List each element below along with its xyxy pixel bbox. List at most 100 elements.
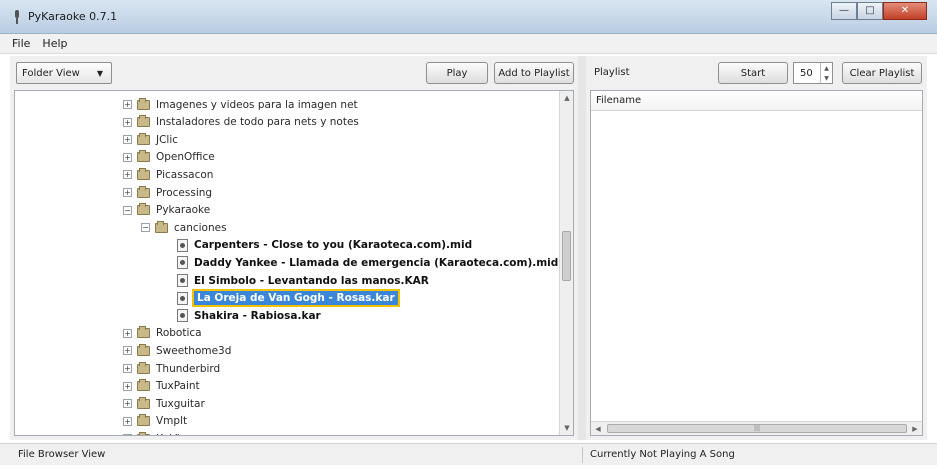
clear-playlist-button[interactable]: Clear Playlist — [842, 62, 922, 84]
playlist-list[interactable]: Filename ◀ ||| ▶ — [590, 90, 923, 436]
view-select[interactable]: Folder View ▼ — [16, 62, 112, 84]
collapse-icon[interactable]: − — [141, 223, 150, 233]
tree-item-label: canciones — [174, 221, 227, 234]
tree-file-item[interactable]: La Oreja de Van Gogh - Rosas.kar — [177, 289, 400, 308]
tree-item-label: OpenOffice — [156, 151, 215, 164]
tree-folder-item[interactable]: + Imagenes y videos para la imagen net — [123, 96, 358, 113]
tree-item-label: La Oreja de Van Gogh - Rosas.kar — [192, 289, 400, 308]
song-file-icon — [177, 291, 188, 305]
playlist-label: Playlist — [594, 67, 630, 78]
scroll-up-icon[interactable]: ▲ — [560, 91, 573, 105]
add-to-playlist-button[interactable]: Add to Playlist — [494, 62, 574, 84]
folder-tree[interactable]: + Imagenes y videos para la imagen net + In… — [14, 90, 574, 436]
tree-folder-item[interactable]: − canciones — [141, 219, 227, 236]
scroll-thumb[interactable] — [562, 231, 571, 281]
tree-folder-item[interactable]: + Instaladores de todo para nets y notes — [123, 114, 359, 131]
tree-folder-item[interactable]: + Robotica — [123, 325, 202, 342]
collapse-icon[interactable]: − — [123, 205, 132, 215]
spinbox-value: 50 — [800, 67, 813, 79]
tree-item-label: Picassacon — [156, 168, 214, 181]
spin-up-icon[interactable]: ▲ — [824, 65, 829, 72]
song-file-icon — [177, 256, 188, 270]
file-browser-pane: Folder View ▼ Play Add to Playlist + Imag… — [10, 56, 578, 440]
window-title: PyKaraoke 0.7.1 — [28, 10, 118, 23]
expand-icon[interactable]: + — [123, 416, 132, 426]
playlist-horizontal-scrollbar[interactable]: ◀ ||| ▶ — [591, 421, 922, 435]
title-bar: PyKaraoke 0.7.1 — □ ✕ — [0, 0, 937, 34]
expand-icon[interactable]: + — [123, 100, 132, 109]
tree-item-label: El Simbolo - Levantando las manos.KAR — [194, 274, 429, 287]
tree-folder-item[interactable]: + Picassacon — [123, 166, 213, 183]
folder-icon — [137, 326, 150, 339]
folder-icon — [137, 97, 150, 110]
tree-item-label: Tuxguitar — [156, 397, 205, 410]
expand-icon[interactable]: + — [123, 135, 132, 145]
folder-icon — [137, 361, 150, 374]
folder-icon — [137, 203, 150, 216]
tree-file-item[interactable]: Shakira - Rabiosa.kar — [177, 307, 321, 324]
expand-icon[interactable]: + — [123, 381, 132, 391]
play-button[interactable]: Play — [426, 62, 488, 84]
song-file-icon — [177, 238, 188, 252]
tree-item-label: XnView — [156, 433, 195, 435]
tree-item-label: Processing — [156, 186, 213, 199]
tree-folder-item[interactable]: + Vmplt — [123, 413, 187, 430]
menu-file[interactable]: File — [6, 37, 36, 50]
song-file-icon — [177, 309, 188, 323]
tree-item-label: Daddy Yankee - Llamada de emergencia (Ka… — [194, 256, 559, 269]
maximize-button[interactable]: □ — [857, 2, 883, 20]
expand-icon[interactable]: + — [123, 152, 132, 162]
expand-icon[interactable]: + — [123, 170, 132, 180]
scroll-down-icon[interactable]: ▼ — [560, 421, 573, 435]
tree-folder-item[interactable]: + OpenOffice — [123, 149, 215, 166]
tree-folder-item[interactable]: + XnView — [123, 430, 195, 435]
minimize-button[interactable]: — — [831, 2, 857, 20]
start-button[interactable]: Start — [718, 62, 788, 84]
tree-folder-item[interactable]: + TuxPaint — [123, 378, 200, 395]
tree-item-label: Robotica — [156, 327, 202, 340]
folder-icon — [155, 220, 168, 233]
tree-item-label: JClic — [156, 133, 179, 146]
tree-folder-item[interactable]: + Thunderbird — [123, 360, 220, 377]
playlist-pane: Playlist Start 50 ▲ ▼ Clear Playlist Fil… — [586, 56, 927, 440]
tree-folder-item[interactable]: + Processing — [123, 184, 212, 201]
window-controls: — □ ✕ — [831, 2, 927, 22]
view-select-value: Folder View — [22, 67, 80, 79]
tree-folder-item[interactable]: + Tuxguitar — [123, 395, 205, 412]
spin-down-icon[interactable]: ▼ — [824, 75, 829, 82]
expand-icon[interactable]: + — [123, 328, 132, 338]
expand-icon[interactable]: + — [123, 346, 132, 356]
tree-folder-item[interactable]: − Pykaraoke — [123, 202, 210, 219]
pane-splitter[interactable] — [578, 56, 586, 440]
folder-icon — [137, 185, 150, 198]
expand-icon[interactable]: + — [123, 399, 132, 409]
hscroll-thumb[interactable]: ||| — [607, 424, 907, 433]
close-button[interactable]: ✕ — [883, 2, 927, 20]
tree-file-item[interactable]: Carpenters - Close to you (Karaoteca.com… — [177, 237, 472, 254]
scroll-right-icon[interactable]: ▶ — [908, 422, 922, 435]
filename-column-header[interactable]: Filename — [591, 91, 922, 111]
menu-help[interactable]: Help — [36, 37, 73, 50]
pykaraoke-app-icon — [15, 10, 19, 24]
tree-item-label: TuxPaint — [156, 380, 200, 393]
scroll-left-icon[interactable]: ◀ — [591, 422, 605, 435]
expand-icon[interactable]: + — [123, 434, 132, 435]
minimize-icon: — — [839, 5, 849, 16]
song-file-icon — [177, 274, 188, 287]
tree-folder-item[interactable]: + Sweethome3d — [123, 342, 231, 359]
folder-icon — [137, 431, 150, 435]
folder-icon — [137, 379, 150, 392]
tree-file-item[interactable]: El Simbolo - Levantando las manos.KAR — [177, 272, 429, 289]
status-right-text: Currently Not Playing A Song — [590, 449, 735, 460]
expand-icon[interactable]: + — [123, 364, 132, 373]
expand-icon[interactable]: + — [123, 188, 132, 197]
menu-bar: File Help — [0, 34, 937, 54]
expand-icon[interactable]: + — [123, 117, 132, 127]
tree-file-item[interactable]: Daddy Yankee - Llamada de emergencia (Ka… — [177, 254, 558, 271]
maximize-icon: □ — [865, 5, 875, 16]
folder-icon — [137, 150, 150, 163]
tree-vertical-scrollbar[interactable]: ▲ ▼ — [559, 91, 573, 435]
playlist-spinbox[interactable]: 50 ▲ ▼ — [793, 62, 833, 84]
spinbox-arrows[interactable]: ▲ ▼ — [820, 63, 832, 83]
tree-folder-item[interactable]: + JClic — [123, 131, 178, 148]
